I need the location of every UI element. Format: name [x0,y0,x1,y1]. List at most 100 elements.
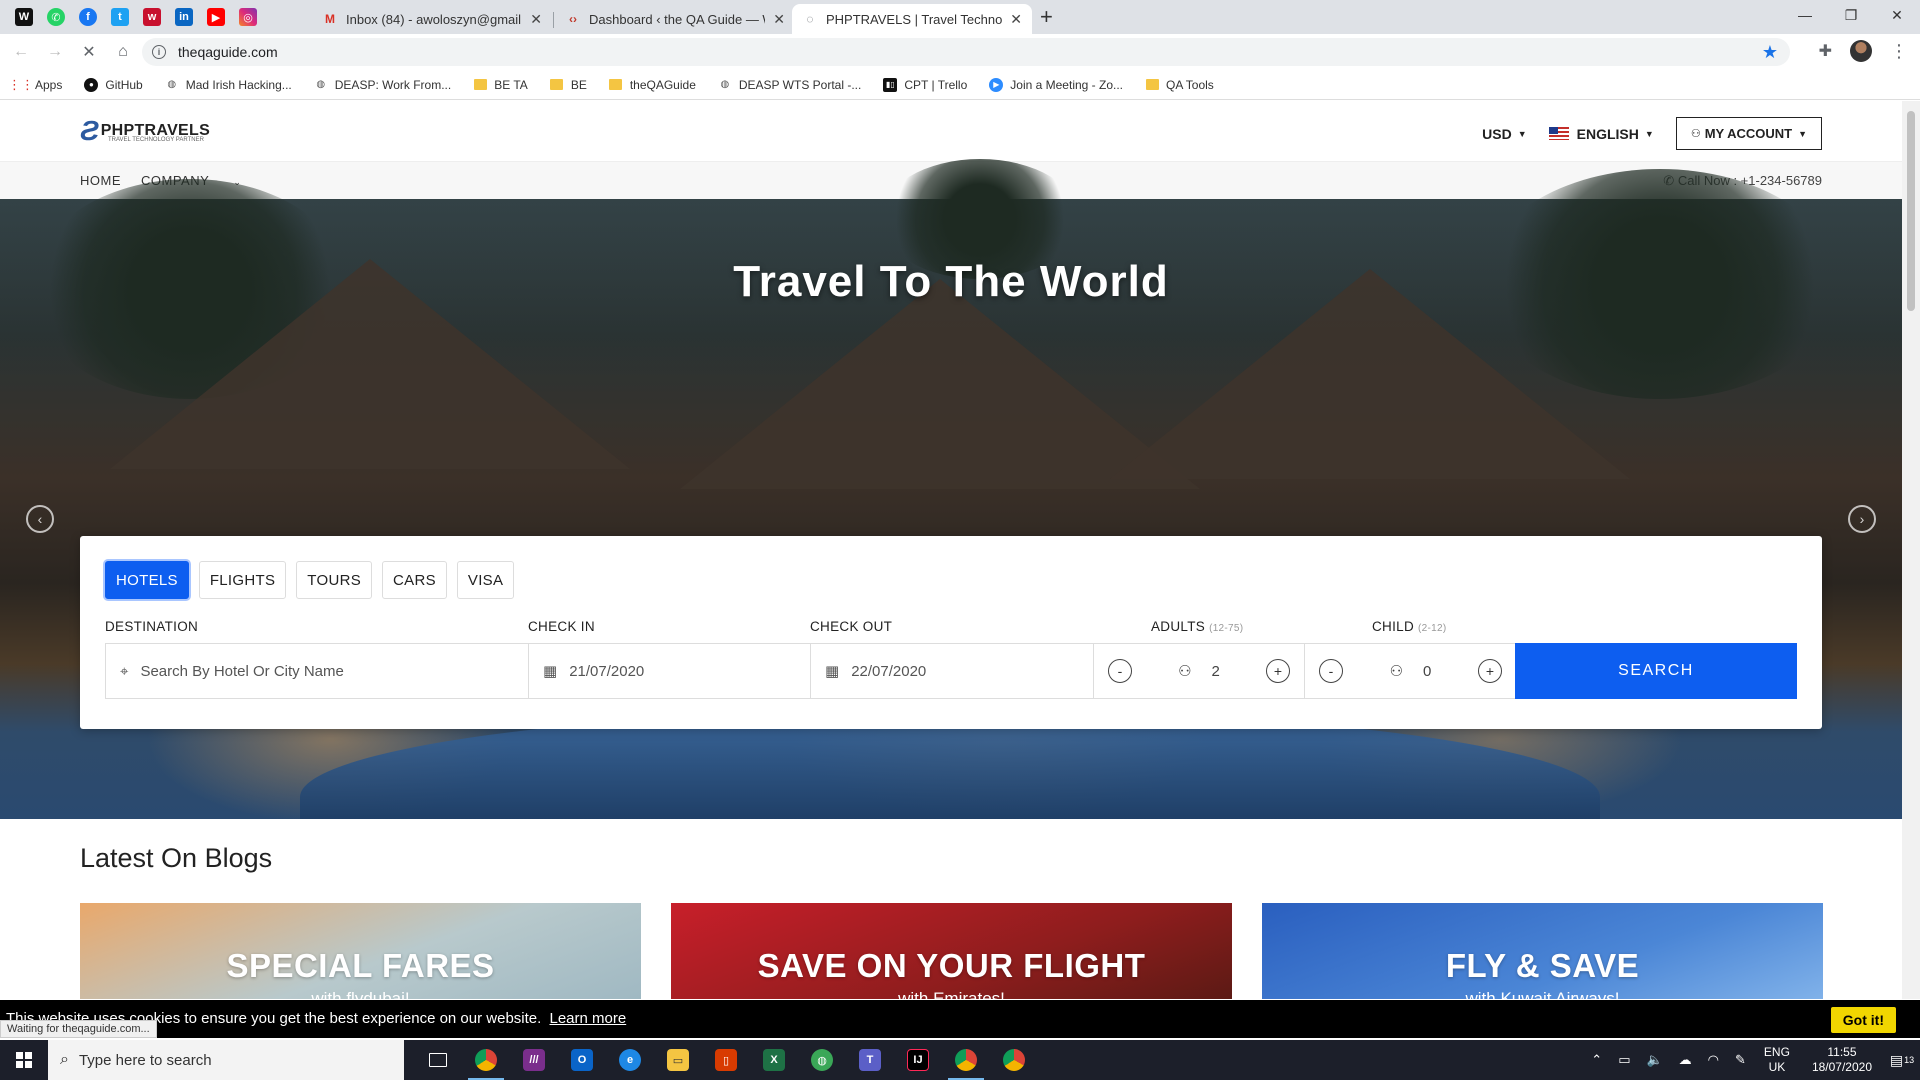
taskbar-office[interactable]: ▯ [702,1040,750,1080]
volume-icon[interactable]: 🔈 [1646,1052,1662,1068]
blog-card[interactable]: FLY & SAVE with Kuwait Airways! [1262,903,1823,999]
child-decrement-button[interactable]: - [1319,659,1343,683]
taskbar-intellij[interactable]: IJ [894,1040,942,1080]
carousel-next-button[interactable]: › [1848,505,1876,533]
adults-value[interactable]: 2 [1212,663,1220,680]
bookmark-zoom[interactable]: ▶ Join a Meeting - Zo... [989,77,1123,92]
windows-taskbar: ⌕ Type here to search /// O e ▭ ▯ X ◍ T … [0,1040,1920,1080]
bookmark-github[interactable]: ● GitHub [84,77,143,92]
taskbar-app-globe[interactable]: ◍ [798,1040,846,1080]
site-logo[interactable]: Ƨ PHPTRAVELS TRAVEL TECHNOLOGY PARTNER [80,115,210,147]
maximize-button[interactable]: ❐ [1828,0,1874,30]
pinned-tab-wikipedia[interactable]: W [8,4,40,30]
taskbar-app-stripes[interactable]: /// [510,1040,558,1080]
close-icon[interactable]: ✕ [1010,11,1022,28]
tab-gmail[interactable]: M Inbox (84) - awoloszyn@gmail.co ✕ [312,4,552,34]
bookmark-be-ta[interactable]: BE TA [473,78,528,92]
tab-visa[interactable]: VISA [456,561,515,599]
pen-icon[interactable]: ✎ [1735,1052,1746,1068]
blog-card[interactable]: SAVE ON YOUR FLIGHT with Emirates! [671,903,1232,999]
bookmark-apps[interactable]: ⋮⋮ Apps [8,77,62,92]
blog-card[interactable]: SPECIAL FARES with flydubai! [80,903,641,999]
tab-flights[interactable]: FLIGHTS [198,561,287,599]
taskbar-teams[interactable]: T [846,1040,894,1080]
taskbar-outlook[interactable]: O [558,1040,606,1080]
taskbar-chrome[interactable] [462,1040,510,1080]
language-dropdown[interactable]: ENGLISH ▼ [1548,126,1654,142]
site-info-icon[interactable]: i [152,45,166,59]
clock-date: 18/07/2020 [1811,1060,1872,1074]
pinned-tab-youtube[interactable]: ▶ [200,4,232,30]
bookmark-label: GitHub [105,77,143,92]
tab-cars[interactable]: CARS [382,561,447,599]
bookmark-theqaguide[interactable]: theQAGuide [609,78,696,92]
minimize-button[interactable]: — [1782,0,1828,30]
nav-home-link[interactable]: HOME [80,173,121,188]
taskbar-search[interactable]: ⌕ Type here to search [48,1040,404,1080]
taskbar-edge[interactable]: e [606,1040,654,1080]
close-icon[interactable]: ✕ [773,11,785,28]
bookmark-deasp-wts[interactable]: ◍ DEASP WTS Portal -... [718,78,862,92]
extensions-icon[interactable]: ✚ [1819,41,1832,61]
wifi-icon[interactable]: ◠ [1708,1052,1719,1068]
page-scrollbar[interactable] [1902,101,1920,999]
bookmark-trello[interactable]: ▮▯ CPT | Trello [883,77,967,92]
pinned-tab-facebook[interactable]: f [72,4,104,30]
adults-decrement-button[interactable]: - [1108,659,1132,683]
scrollbar-thumb[interactable] [1907,111,1915,311]
bookmark-mad-irish[interactable]: ◍ Mad Irish Hacking... [165,78,291,92]
child-value[interactable]: 0 [1423,663,1431,680]
search-button[interactable]: SEARCH [1515,643,1797,699]
bookmark-qa-tools[interactable]: QA Tools [1145,78,1214,92]
bookmark-be[interactable]: BE [550,78,587,92]
pinned-tab-instagram[interactable]: ◎ [232,4,264,30]
taskbar-file-explorer[interactable]: ▭ [654,1040,702,1080]
taskbar-chrome-2[interactable] [942,1040,990,1080]
checkout-field[interactable]: ▦ 22/07/2020 [811,644,1094,698]
forward-button[interactable]: → [42,39,68,65]
currency-dropdown[interactable]: USD ▼ [1482,126,1526,142]
person-icon: ⚇ [1389,663,1404,680]
home-button[interactable]: ⌂ [110,39,136,65]
adults-increment-button[interactable]: + [1265,659,1290,683]
task-view-button[interactable] [414,1040,462,1080]
battery-icon[interactable]: ▭ [1618,1052,1630,1068]
learn-more-link[interactable]: Learn more [549,1010,626,1027]
cookie-banner: This website uses cookies to ensure you … [0,1000,1920,1038]
bookmark-star-icon[interactable]: ★ [1762,42,1778,63]
destination-field[interactable]: ⌖ Search By Hotel Or City Name [106,644,529,698]
tab-tours[interactable]: TOURS [296,561,373,599]
new-tab-button[interactable]: + [1040,6,1053,28]
language-indicator[interactable]: ENG UK [1764,1045,1790,1075]
pinned-tab-linkedin[interactable]: in [168,4,200,30]
back-button[interactable]: ← [8,39,34,65]
taskbar-excel[interactable]: X [750,1040,798,1080]
menu-icon[interactable]: ⋮ [1890,41,1908,62]
child-increment-button[interactable]: + [1477,659,1502,683]
clock[interactable]: 11:55 18/07/2020 [1812,1045,1872,1075]
taskbar-chrome-3[interactable] [990,1040,1038,1080]
profile-avatar[interactable] [1850,40,1872,62]
tab-dashboard[interactable]: ‹› Dashboard ‹ the QA Guide — Wo ✕ [555,4,795,34]
carousel-prev-button[interactable]: ‹ [26,505,54,533]
my-account-button[interactable]: ⚇ MY ACCOUNT ▼ [1675,117,1822,150]
pinned-tab-whatsapp[interactable]: ✆ [40,4,72,30]
start-button[interactable] [0,1040,48,1080]
chevron-up-icon[interactable]: ⌃ [1591,1052,1602,1068]
close-icon[interactable]: ✕ [530,11,542,28]
pinned-tab-wordpress[interactable]: w [136,4,168,30]
stop-loading-button[interactable]: ✕ [76,39,102,65]
notifications-button[interactable]: ▤ 13 [1884,1052,1920,1069]
pinned-tab-twitter[interactable]: t [104,4,136,30]
system-tray: ⌃ ▭ 🔈 ☁ ◠ ✎ ENG UK 11:55 18/07/2020 ▤ 13 [1583,1040,1920,1080]
bookmark-deasp-work[interactable]: ◍ DEASP: Work From... [314,78,451,92]
checkin-label: CHECK IN [528,619,595,634]
cookie-accept-button[interactable]: Got it! [1830,1007,1896,1033]
site-header: Ƨ PHPTRAVELS TRAVEL TECHNOLOGY PARTNER U… [0,101,1902,161]
close-window-button[interactable]: ✕ [1874,0,1920,30]
address-bar[interactable]: i theqaguide.com ★ [142,38,1790,66]
checkin-field[interactable]: ▦ 21/07/2020 [529,644,811,698]
tab-phptravels[interactable]: ◌ PHPTRAVELS | Travel Technology ✕ [792,4,1032,34]
cloud-icon[interactable]: ☁ [1679,1052,1692,1068]
tab-hotels[interactable]: HOTELS [105,561,189,599]
